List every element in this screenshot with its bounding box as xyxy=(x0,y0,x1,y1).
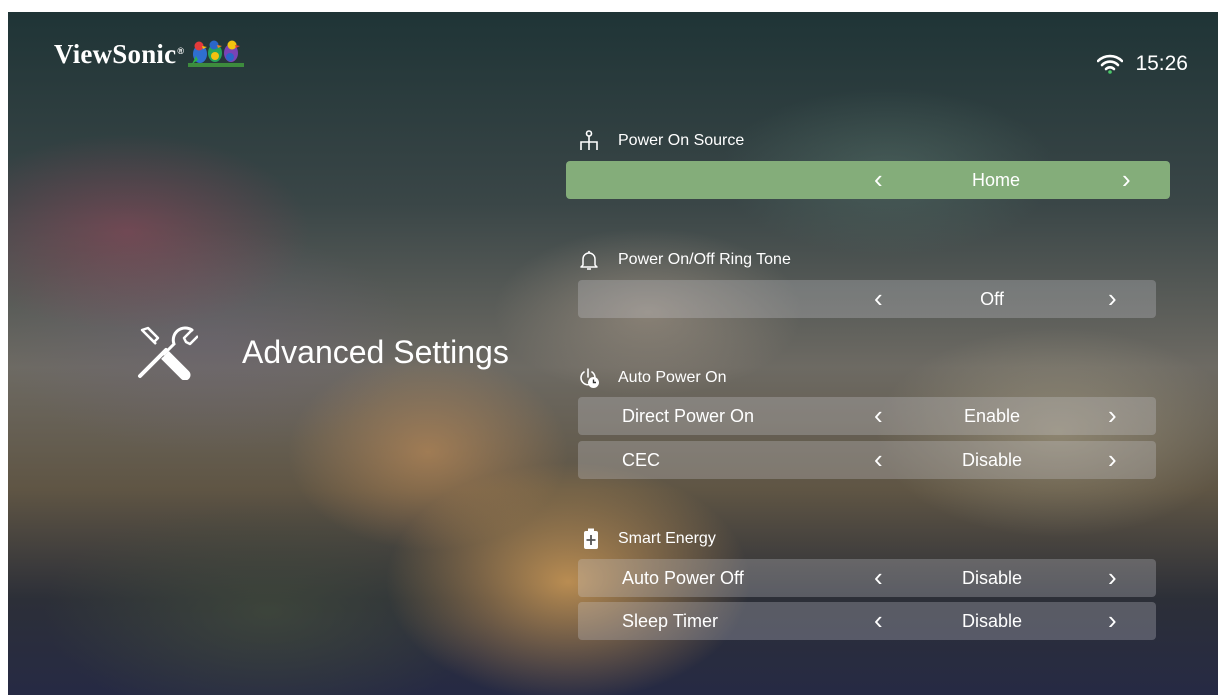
auto-power-off-row[interactable]: Auto Power Off ‹ Disable › xyxy=(578,559,1156,597)
projector-screen: ViewSonic ® 15:26 Advanced Settings Powe… xyxy=(8,12,1218,695)
row-label: Direct Power On xyxy=(622,406,755,426)
viewsonic-logo: ViewSonic ® xyxy=(54,38,245,70)
clock: 15:26 xyxy=(1135,52,1188,75)
direct-power-on-row[interactable]: Direct Power On ‹ Enable › xyxy=(578,397,1156,435)
wifi-icon xyxy=(1097,54,1124,74)
row-value: Home xyxy=(971,170,1020,190)
section-power-on-source: Power On Source xyxy=(578,130,744,152)
row-label: CEC xyxy=(622,450,661,470)
section-auto-power-on: Auto Power On xyxy=(578,367,727,389)
section-title: Power On Source xyxy=(618,132,745,149)
chevron-left-icon[interactable]: ‹ xyxy=(874,165,883,193)
chevron-right-icon[interactable]: › xyxy=(1108,284,1117,312)
registered-mark: ® xyxy=(177,46,185,56)
section-smart-energy: Smart Energy xyxy=(582,528,716,550)
cec-row[interactable]: CEC ‹ Disable › xyxy=(578,441,1156,479)
ring-tone-selector[interactable]: ‹ Off › xyxy=(578,280,1156,318)
row-value: Disable xyxy=(961,611,1023,631)
section-title: Power On/Off Ring Tone xyxy=(618,251,791,268)
power-on-source-selector[interactable]: ‹ Home › xyxy=(566,161,1170,199)
brand-name: ViewSonic xyxy=(54,39,177,69)
section-ring-tone: Power On/Off Ring Tone xyxy=(578,249,791,271)
status-bar: 15:26 xyxy=(1097,52,1188,76)
sleep-timer-row[interactable]: Sleep Timer ‹ Disable › xyxy=(578,602,1156,640)
row-value: Off xyxy=(980,289,1004,309)
chevron-right-icon[interactable]: › xyxy=(1108,445,1117,473)
chevron-left-icon[interactable]: ‹ xyxy=(874,284,883,312)
page-title: Advanced Settings xyxy=(242,333,509,370)
category-header: Advanced Settings xyxy=(136,324,509,380)
birds-logo-icon xyxy=(188,40,245,67)
row-value: Disable xyxy=(961,450,1023,470)
chevron-left-icon[interactable]: ‹ xyxy=(874,445,883,473)
chevron-right-icon[interactable]: › xyxy=(1108,563,1117,591)
battery-icon xyxy=(584,528,598,549)
chevron-right-icon[interactable]: › xyxy=(1108,401,1117,429)
chevron-right-icon[interactable]: › xyxy=(1108,606,1117,634)
row-label: Auto Power Off xyxy=(622,568,744,588)
chevron-right-icon[interactable]: › xyxy=(1122,165,1131,193)
chevron-left-icon[interactable]: ‹ xyxy=(874,401,883,429)
section-title: Smart Energy xyxy=(618,530,716,547)
section-title: Auto Power On xyxy=(618,369,727,386)
source-icon xyxy=(580,130,598,150)
tools-icon xyxy=(138,326,198,380)
row-value: Disable xyxy=(961,568,1023,588)
power-clock-icon xyxy=(580,368,599,388)
row-label: Sleep Timer xyxy=(622,611,719,631)
bell-icon xyxy=(580,251,598,270)
chevron-left-icon[interactable]: ‹ xyxy=(874,606,883,634)
chevron-left-icon[interactable]: ‹ xyxy=(874,563,883,591)
row-value: Enable xyxy=(963,406,1021,426)
